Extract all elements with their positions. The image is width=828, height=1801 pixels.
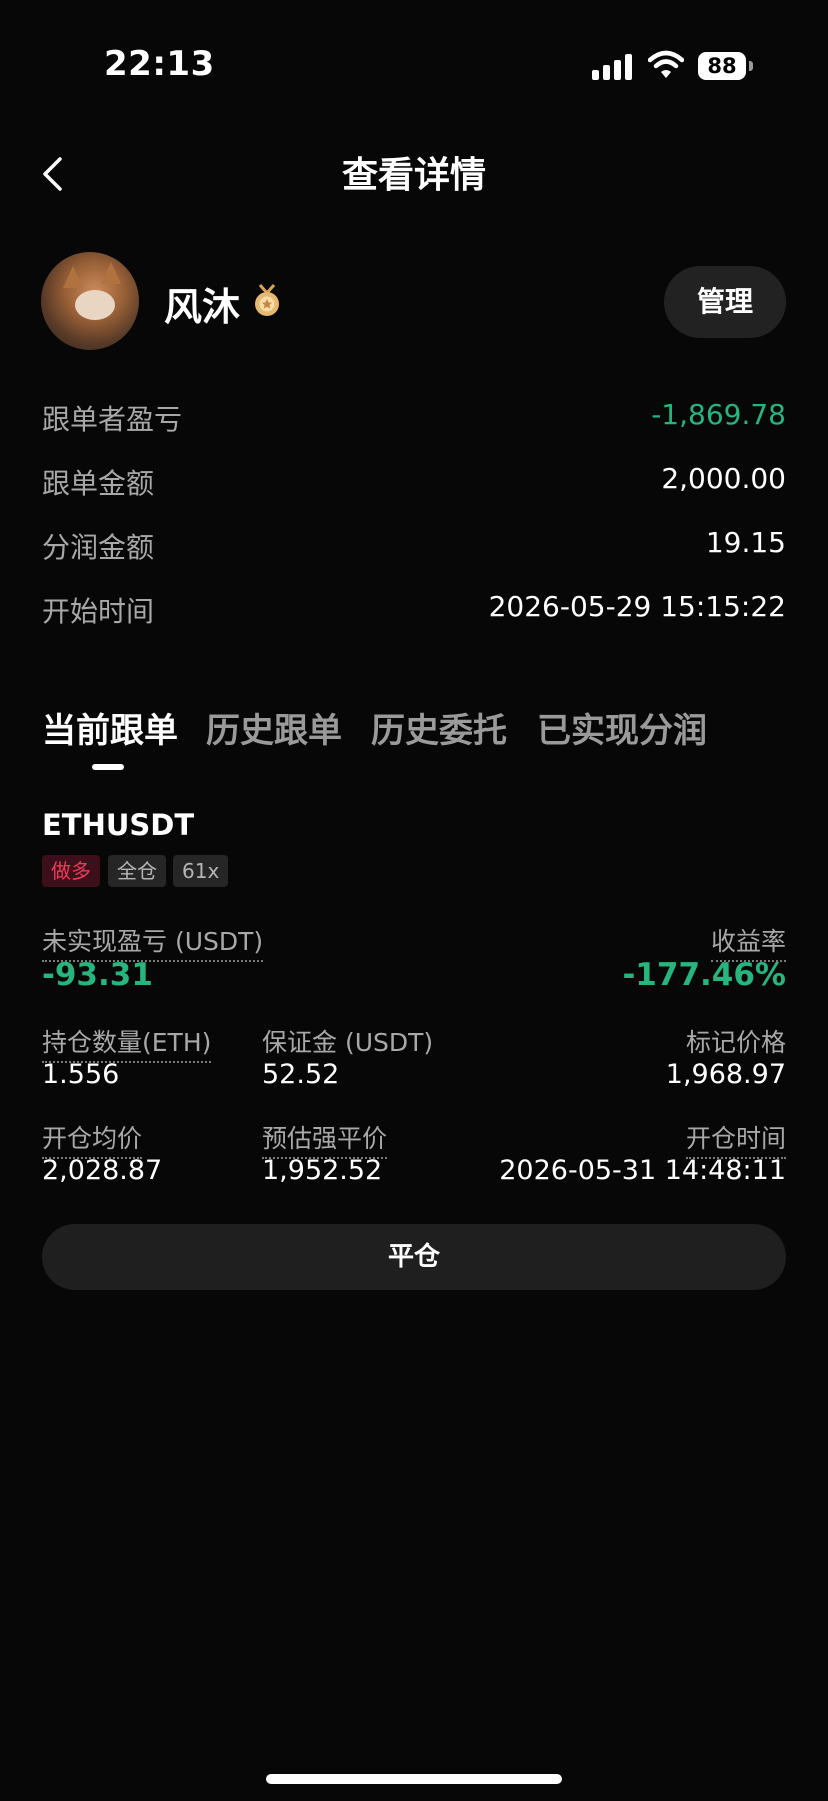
signal-icon (592, 54, 634, 80)
copy-amount-label: 跟单金额 (42, 467, 155, 500)
tab-history-copy[interactable]: 历史跟单 (206, 703, 342, 752)
avatar[interactable] (41, 252, 139, 350)
tab-realized-profit-share[interactable]: 已实现分润 (537, 703, 707, 752)
battery-nub (749, 61, 753, 71)
medal-icon (250, 283, 284, 317)
tab-history-orders[interactable]: 历史委托 (371, 703, 507, 752)
liq-price-value: 1,952.52 (262, 1155, 383, 1186)
profit-share-label: 分润金额 (42, 531, 155, 564)
open-time-value: 2026-05-31 14:48:11 (499, 1155, 786, 1186)
active-tab-indicator (92, 764, 124, 770)
trader-name: 风沐 (164, 285, 241, 329)
open-time-label[interactable]: 开仓时间 (685, 1119, 786, 1159)
start-time-value: 2026-05-29 15:15:22 (488, 590, 786, 623)
start-time-label: 开始时间 (42, 595, 155, 628)
side-tag: 做多 (42, 855, 100, 887)
mark-price-value: 1,968.97 (665, 1059, 786, 1090)
close-position-button[interactable]: 平仓 (42, 1224, 786, 1290)
manage-button[interactable]: 管理 (664, 266, 786, 338)
position-symbol: ETHUSDT (42, 808, 195, 842)
follower-pnl-label: 跟单者盈亏 (42, 403, 183, 436)
position-size-label[interactable]: 持仓数量(ETH) (42, 1023, 212, 1063)
margin-label: 保证金 (USDT) (262, 1028, 434, 1057)
margin-value: 52.52 (262, 1059, 340, 1090)
copy-amount-value: 2,000.00 (661, 462, 786, 495)
battery-icon: 88 (698, 52, 746, 80)
follower-pnl-value: -1,869.78 (651, 398, 786, 431)
status-time: 22:13 (104, 44, 215, 84)
entry-price-label[interactable]: 开仓均价 (42, 1119, 143, 1159)
unrealized-pnl-label[interactable]: 未实现盈亏 (USDT) (42, 922, 264, 962)
wifi-icon (647, 50, 685, 80)
roe-value: -177.46% (622, 957, 786, 993)
profit-share-value: 19.15 (705, 526, 786, 559)
mark-price-label: 标记价格 (685, 1028, 786, 1057)
roe-label[interactable]: 收益率 (710, 922, 786, 962)
entry-price-value: 2,028.87 (42, 1155, 163, 1186)
liq-price-label[interactable]: 预估强平价 (262, 1119, 388, 1159)
home-indicator[interactable] (266, 1774, 562, 1784)
margin-mode-tag: 全仓 (108, 855, 166, 887)
page-title: 查看详情 (341, 155, 486, 196)
tab-current-copy[interactable]: 当前跟单 (42, 703, 178, 752)
leverage-tag: 61x (173, 855, 229, 887)
position-size-value: 1.556 (42, 1059, 120, 1090)
unrealized-pnl-value: -93.31 (42, 957, 153, 993)
